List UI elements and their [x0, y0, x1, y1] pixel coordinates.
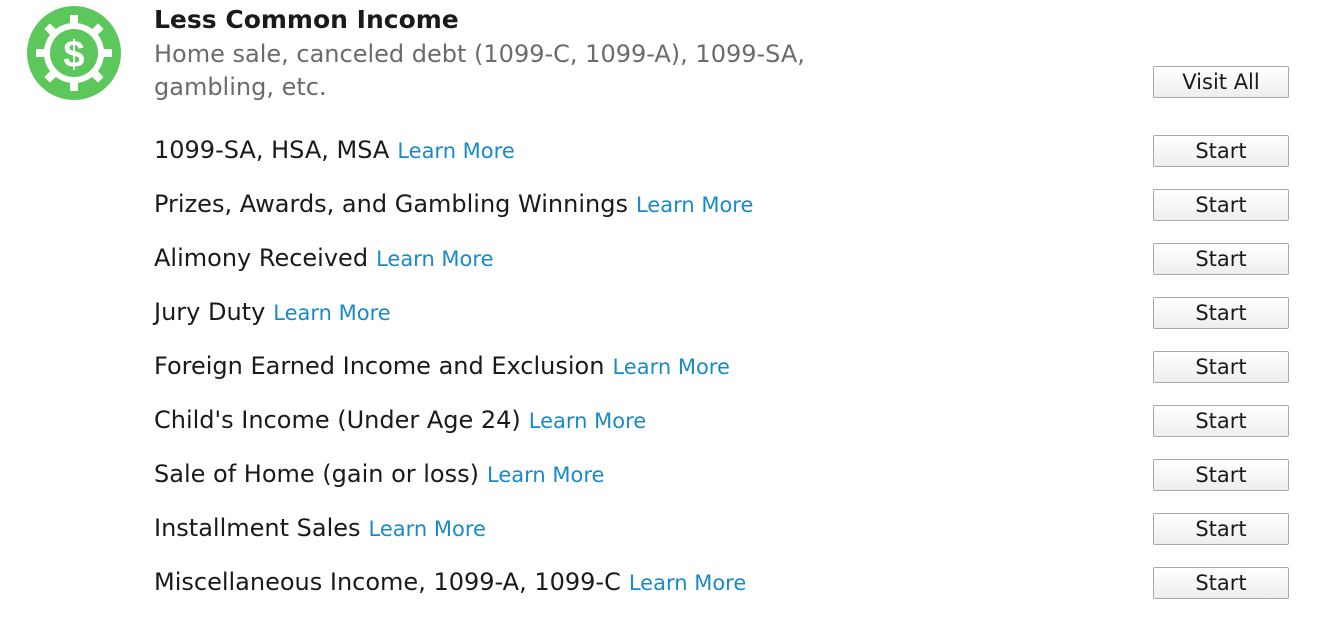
- start-button[interactable]: Start: [1153, 513, 1289, 545]
- item-label: 1099-SA, HSA, MSA Learn More: [154, 136, 515, 164]
- list-item: Jury Duty Learn More Start: [0, 296, 1328, 332]
- list-item: Miscellaneous Income, 1099-A, 1099-C Lear…: [0, 566, 1328, 602]
- start-button[interactable]: Start: [1153, 567, 1289, 599]
- less-common-income-section: $ Less Common Income Home sale, canceled…: [0, 0, 1328, 636]
- learn-more-link[interactable]: Learn More: [529, 409, 646, 433]
- start-button[interactable]: Start: [1153, 459, 1289, 491]
- section-title: Less Common Income: [154, 5, 459, 34]
- visit-all-button[interactable]: Visit All: [1153, 66, 1289, 98]
- item-label: Sale of Home (gain or loss) Learn More: [154, 460, 605, 488]
- list-item: Prizes, Awards, and Gambling Winnings Lea…: [0, 188, 1328, 224]
- start-button[interactable]: Start: [1153, 351, 1289, 383]
- section-subtitle: Home sale, canceled debt (1099-C, 1099-A…: [154, 40, 805, 101]
- start-button[interactable]: Start: [1153, 189, 1289, 221]
- item-label: Jury Duty Learn More: [154, 298, 391, 326]
- learn-more-link[interactable]: Learn More: [636, 193, 753, 217]
- item-label: Foreign Earned Income and Exclusion Learn…: [154, 352, 730, 380]
- item-label: Miscellaneous Income, 1099-A, 1099-C Lear…: [154, 568, 747, 596]
- learn-more-link[interactable]: Learn More: [397, 139, 514, 163]
- list-item: Sale of Home (gain or loss) Learn More St…: [0, 458, 1328, 494]
- item-label: Prizes, Awards, and Gambling Winnings Lea…: [154, 190, 754, 218]
- learn-more-link[interactable]: Learn More: [369, 517, 486, 541]
- list-item: Installment Sales Learn More Start: [0, 512, 1328, 548]
- item-label: Alimony Received Learn More: [154, 244, 494, 272]
- learn-more-link[interactable]: Learn More: [629, 571, 746, 595]
- start-button[interactable]: Start: [1153, 405, 1289, 437]
- list-item: Alimony Received Learn More Start: [0, 242, 1328, 278]
- item-label: Installment Sales Learn More: [154, 514, 486, 542]
- svg-text:$: $: [63, 34, 84, 76]
- list-item: 1099-SA, HSA, MSA Learn More Start: [0, 134, 1328, 170]
- learn-more-link[interactable]: Learn More: [487, 463, 604, 487]
- learn-more-link[interactable]: Learn More: [273, 301, 390, 325]
- item-label: Child's Income (Under Age 24) Learn More: [154, 406, 647, 434]
- list-item: Foreign Earned Income and Exclusion Learn…: [0, 350, 1328, 386]
- start-button[interactable]: Start: [1153, 297, 1289, 329]
- learn-more-link[interactable]: Learn More: [612, 355, 729, 379]
- learn-more-link[interactable]: Learn More: [376, 247, 493, 271]
- dollar-gear-icon: $: [27, 6, 121, 100]
- start-button[interactable]: Start: [1153, 135, 1289, 167]
- start-button[interactable]: Start: [1153, 243, 1289, 275]
- list-item: Child's Income (Under Age 24) Learn More …: [0, 404, 1328, 440]
